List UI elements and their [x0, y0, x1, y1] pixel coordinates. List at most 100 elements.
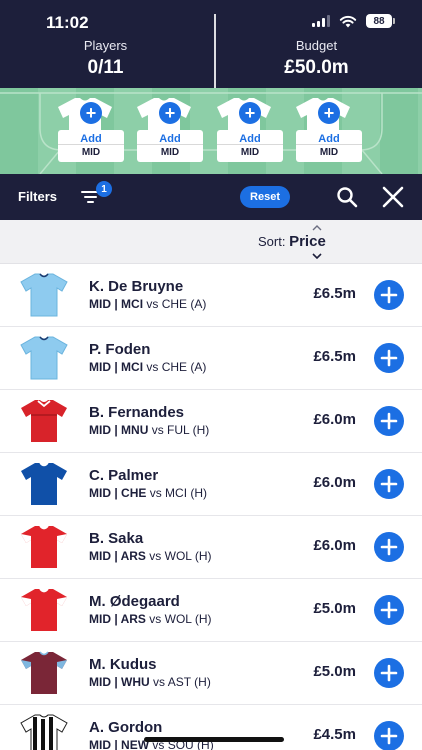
slot-position: MID	[81, 147, 101, 158]
shirt-icon	[21, 525, 67, 568]
budget-label: Budget	[295, 38, 338, 53]
player-team: CHE	[121, 486, 147, 500]
slot-position: MID	[240, 147, 260, 158]
player-team: WHU	[121, 675, 150, 689]
player-price: £6.5m	[313, 285, 356, 302]
player-name: M. Ødegaard	[89, 593, 180, 610]
player-position: MID	[89, 297, 111, 311]
search-icon[interactable]	[336, 186, 358, 208]
player-position: MID	[89, 738, 111, 750]
player-team: MCI	[121, 360, 144, 374]
player-price: £6.0m	[313, 411, 356, 428]
shirt-icon	[20, 273, 68, 317]
plus-icon[interactable]: +	[318, 102, 340, 124]
shirt-icon	[21, 588, 67, 631]
player-meta: MID | MNU vs FUL (H)	[89, 423, 209, 437]
pitch-slot[interactable]: + Add MID	[217, 98, 283, 164]
sort-arrows-icon[interactable]	[312, 225, 322, 259]
player-meta: MID | ARS vs WOL (H)	[89, 549, 212, 563]
player-name: M. Kudus	[89, 656, 157, 673]
slot-add-label[interactable]: Add	[217, 130, 283, 145]
add-player-button[interactable]	[374, 343, 404, 373]
player-price: £6.0m	[313, 474, 356, 491]
add-player-button[interactable]	[374, 595, 404, 625]
player-team: MCI	[121, 297, 144, 311]
players-value: 0/11	[87, 57, 124, 78]
pitch-slot[interactable]: + Add MID	[58, 98, 124, 164]
plus-icon	[380, 349, 398, 367]
meta-separator: |	[111, 360, 122, 374]
slot-card[interactable]: Add MID	[58, 130, 124, 162]
slot-add-label[interactable]: Add	[296, 130, 362, 145]
add-player-button[interactable]	[374, 532, 404, 562]
shirt-icon	[21, 462, 67, 505]
meta-separator: |	[111, 612, 121, 626]
slot-position: MID	[319, 147, 339, 158]
player-list: K. De Bruyne MID | MCI vs CHE (A) £6.5m P. …	[0, 264, 422, 750]
player-price: £4.5m	[313, 726, 356, 743]
signal-icon	[312, 15, 330, 27]
player-name: P. Foden	[89, 341, 151, 358]
player-price: £6.0m	[313, 537, 356, 554]
player-row[interactable]: M. Kudus MID | WHU vs AST (H) £5.0m	[0, 642, 422, 705]
player-row[interactable]: C. Palmer MID | CHE vs MCI (H) £6.0m	[0, 453, 422, 516]
reset-button[interactable]: Reset	[240, 186, 290, 208]
pitch: + Add MID + Add MID + Add MID + Add MID	[0, 88, 422, 174]
slot-card[interactable]: Add MID	[296, 130, 362, 162]
player-row[interactable]: B. Saka MID | ARS vs WOL (H) £6.0m	[0, 516, 422, 579]
plus-icon[interactable]: +	[159, 102, 181, 124]
players-stat: Players 0/11	[0, 38, 211, 79]
slot-add-label[interactable]: Add	[137, 130, 203, 145]
player-row[interactable]: B. Fernandes MID | MNU vs FUL (H) £6.0m	[0, 390, 422, 453]
close-icon[interactable]	[381, 185, 405, 209]
sort-row[interactable]: Sort: Price	[0, 220, 422, 264]
shirt-icon	[20, 714, 68, 750]
player-row[interactable]: P. Foden MID | MCI vs CHE (A) £6.5m	[0, 327, 422, 390]
shirt-icon	[20, 336, 68, 380]
player-fixture: vs CHE (A)	[146, 297, 207, 311]
meta-separator: |	[111, 675, 122, 689]
filters-label[interactable]: Filters	[18, 189, 57, 204]
player-row[interactable]: A. Gordon MID | NEW vs SOU (H) £4.5m	[0, 705, 422, 750]
player-fixture: vs WOL (H)	[149, 549, 212, 563]
player-fixture: vs AST (H)	[153, 675, 211, 689]
player-position: MID	[89, 360, 111, 374]
add-player-button[interactable]	[374, 658, 404, 688]
players-label: Players	[83, 38, 128, 53]
plus-icon	[380, 664, 398, 682]
plus-icon	[380, 538, 398, 556]
player-meta: MID | ARS vs WOL (H)	[89, 612, 212, 626]
add-player-button[interactable]	[374, 280, 404, 310]
player-name: B. Saka	[89, 530, 144, 547]
player-price: £5.0m	[313, 600, 356, 617]
slot-add-label[interactable]: Add	[58, 130, 124, 145]
meta-separator: |	[111, 423, 122, 437]
player-price: £6.5m	[313, 348, 356, 365]
plus-icon	[380, 412, 398, 430]
shirt-icon	[21, 651, 67, 694]
slot-card[interactable]: Add MID	[217, 130, 283, 162]
add-player-button[interactable]	[374, 721, 404, 750]
add-player-button[interactable]	[374, 469, 404, 499]
player-fixture: vs MCI (H)	[149, 486, 208, 500]
player-row[interactable]: K. De Bruyne MID | MCI vs CHE (A) £6.5m	[0, 264, 422, 327]
add-player-button[interactable]	[374, 406, 404, 436]
slot-card[interactable]: Add MID	[137, 130, 203, 162]
player-name: C. Palmer	[89, 467, 159, 484]
plus-icon[interactable]: +	[80, 102, 102, 124]
filter-bar: Filters 1 Reset	[0, 174, 422, 220]
pitch-slot[interactable]: + Add MID	[137, 98, 203, 164]
status-icons: 88	[312, 14, 395, 28]
player-fixture: vs CHE (A)	[146, 360, 207, 374]
player-row[interactable]: M. Ødegaard MID | ARS vs WOL (H) £5.0m	[0, 579, 422, 642]
plus-icon[interactable]: +	[239, 102, 261, 124]
budget-stat: Budget £50.0m	[211, 38, 422, 79]
meta-separator: |	[111, 549, 121, 563]
pitch-slot[interactable]: + Add MID	[296, 98, 362, 164]
home-indicator[interactable]	[144, 737, 284, 742]
player-position: MID	[89, 549, 111, 563]
sort-label: Sort:	[258, 234, 286, 249]
plus-icon	[380, 601, 398, 619]
shirt-icon	[21, 400, 67, 442]
player-meta: MID | CHE vs MCI (H)	[89, 486, 207, 500]
